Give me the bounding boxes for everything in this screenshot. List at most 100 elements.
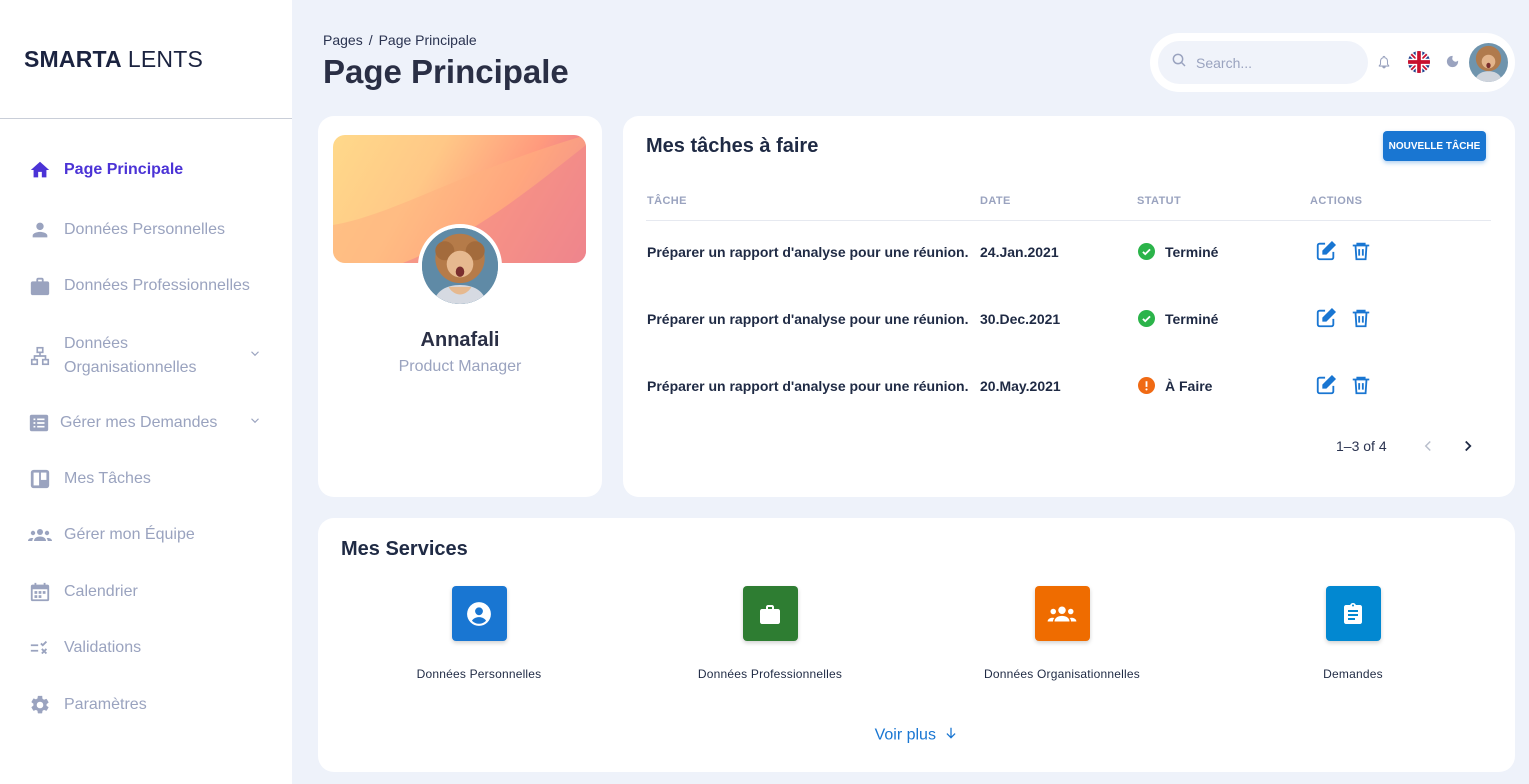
breadcrumb: Pages / Page Principale xyxy=(323,32,477,48)
team-icon xyxy=(28,523,52,547)
column-header-status[interactable]: STATUT xyxy=(1137,195,1181,207)
sidebar-item-label: Paramètres xyxy=(64,696,147,713)
sidebar-item-parametres[interactable]: Paramètres xyxy=(28,693,262,717)
sidebar-item-label: Données Professionnelles xyxy=(64,277,250,294)
edit-icon[interactable] xyxy=(1315,307,1337,329)
chevron-down-icon[interactable] xyxy=(248,414,262,433)
edit-icon[interactable] xyxy=(1315,240,1337,262)
table-row[interactable]: Préparer un rapport d'analyse pour une r… xyxy=(623,374,1515,398)
sidebar-item-label: Données Personnelles xyxy=(64,221,225,238)
brand-light: LENTS xyxy=(127,45,204,72)
sidebar-item-label-line1: Données xyxy=(64,335,129,352)
column-header-actions: ACTIONS xyxy=(1310,195,1363,207)
task-cell: Préparer un rapport d'analyse pour une r… xyxy=(647,311,969,327)
sidebar-item-page-principale[interactable]: Page Principale xyxy=(28,158,262,182)
service-donnees-organisationnelles[interactable]: Données Organisationnelles xyxy=(952,586,1172,681)
sidebar-item-label: Gérer mes Demandes xyxy=(60,414,218,431)
board-icon xyxy=(28,467,52,491)
delete-icon[interactable] xyxy=(1350,307,1372,329)
table-header-divider xyxy=(646,220,1491,221)
calendar-icon xyxy=(28,580,52,604)
edit-icon[interactable] xyxy=(1315,374,1337,396)
date-cell: 20.May.2021 xyxy=(980,378,1061,394)
sidebar-item-label: Page Principale xyxy=(64,161,184,178)
tasks-card: Mes tâches à faire NOUVELLE TÂCHE TÂCHE … xyxy=(623,116,1515,497)
sidebar-item-label-line2: Organisationnelles xyxy=(64,359,197,376)
check-circle-icon xyxy=(1138,243,1155,260)
status-cell: Terminé xyxy=(1165,244,1219,260)
checklist-icon xyxy=(28,636,52,660)
sidebar-item-validations[interactable]: Validations xyxy=(28,636,262,660)
profile-role: Product Manager xyxy=(398,358,522,375)
breadcrumb-separator: / xyxy=(368,32,373,48)
sidebar: SMARTA LENTS Page Principale Données Per… xyxy=(0,0,292,784)
sidebar-item-label: Validations xyxy=(64,639,142,656)
table-row[interactable]: Préparer un rapport d'analyse pour une r… xyxy=(623,240,1515,264)
sidebar-item-mes-taches[interactable]: Mes Tâches xyxy=(28,467,262,491)
page-title: Page Principale xyxy=(323,53,569,90)
delete-icon[interactable] xyxy=(1350,374,1372,396)
service-label: Demandes xyxy=(1323,667,1383,681)
sidebar-item-donnees-organisationnelles[interactable]: Données Organisationnelles xyxy=(28,331,262,381)
search-box xyxy=(1158,41,1368,84)
date-cell: 30.Dec.2021 xyxy=(980,311,1061,327)
service-donnees-professionnelles[interactable]: Données Professionnelles xyxy=(660,586,880,681)
chevron-left-icon[interactable] xyxy=(1419,437,1437,460)
top-toolbar xyxy=(1150,33,1515,92)
task-cell: Préparer un rapport d'analyse pour une r… xyxy=(647,244,969,260)
table-row[interactable]: Préparer un rapport d'analyse pour une r… xyxy=(623,307,1515,331)
date-cell: 24.Jan.2021 xyxy=(980,244,1059,260)
sidebar-item-label: Gérer mon Équipe xyxy=(64,526,195,543)
chevron-down-icon[interactable] xyxy=(248,347,262,366)
sidebar-item-label: Données Organisationnelles xyxy=(64,332,197,380)
service-label: Données Professionnelles xyxy=(697,667,843,681)
service-label: Données Organisationnelles xyxy=(984,667,1140,681)
profile-card: Annafali Product Manager xyxy=(318,116,602,497)
bell-icon[interactable] xyxy=(1377,54,1391,75)
status-cell: À Faire xyxy=(1165,378,1213,394)
profile-name: Annafali xyxy=(420,329,500,351)
briefcase-icon[interactable] xyxy=(742,586,798,641)
uk-flag-icon[interactable] xyxy=(1408,51,1430,73)
services-card: Mes Services Données Personnelles Donnée… xyxy=(318,518,1515,772)
see-more-label: Voir plus xyxy=(874,726,936,744)
profile-avatar xyxy=(418,224,502,308)
alert-circle-icon xyxy=(1138,377,1155,394)
status-cell: Terminé xyxy=(1165,311,1219,327)
delete-icon[interactable] xyxy=(1350,240,1372,262)
search-input[interactable] xyxy=(1196,54,1346,71)
briefcase-icon xyxy=(28,274,52,298)
sidebar-item-label: Calendrier xyxy=(64,583,138,600)
service-demandes[interactable]: Demandes xyxy=(1243,586,1463,681)
avatar[interactable] xyxy=(1469,43,1508,82)
check-circle-icon xyxy=(1138,310,1155,327)
org-chart-icon xyxy=(28,344,52,368)
clipboard-icon[interactable] xyxy=(1325,586,1381,641)
task-cell: Préparer un rapport d'analyse pour une r… xyxy=(647,378,969,394)
see-more-link[interactable]: Voir plus xyxy=(318,726,1515,745)
tasks-title: Mes tâches à faire xyxy=(646,135,819,157)
column-header-date[interactable]: DATE xyxy=(980,195,1011,207)
column-header-task[interactable]: TÂCHE xyxy=(647,195,687,207)
breadcrumb-root[interactable]: Pages xyxy=(323,32,363,48)
search-icon xyxy=(1171,52,1187,73)
pagination-range: 1–3 of 4 xyxy=(1336,438,1387,454)
new-task-button[interactable]: NOUVELLE TÂCHE xyxy=(1383,131,1486,161)
brand-bold: SMARTA xyxy=(24,45,122,72)
sidebar-item-donnees-professionnelles[interactable]: Données Professionnelles xyxy=(28,274,262,298)
service-donnees-personnelles[interactable]: Données Personnelles xyxy=(369,586,589,681)
moon-icon[interactable] xyxy=(1445,54,1460,74)
service-label: Données Personnelles xyxy=(416,667,542,681)
chevron-right-icon[interactable] xyxy=(1459,437,1477,460)
sidebar-item-donnees-personnelles[interactable]: Données Personnelles xyxy=(28,218,262,242)
account-circle-icon[interactable] xyxy=(451,586,507,641)
gear-icon xyxy=(28,693,52,717)
services-title: Mes Services xyxy=(341,538,468,560)
home-icon xyxy=(28,158,52,182)
sidebar-item-gerer-mon-equipe[interactable]: Gérer mon Équipe xyxy=(28,523,262,547)
groups-icon[interactable] xyxy=(1034,586,1090,641)
arrow-down-icon xyxy=(944,726,958,745)
sidebar-item-gerer-mes-demandes[interactable]: Gérer mes Demandes xyxy=(27,411,262,435)
sidebar-item-calendrier[interactable]: Calendrier xyxy=(28,580,262,604)
brand-logo[interactable]: SMARTA LENTS xyxy=(0,0,292,119)
